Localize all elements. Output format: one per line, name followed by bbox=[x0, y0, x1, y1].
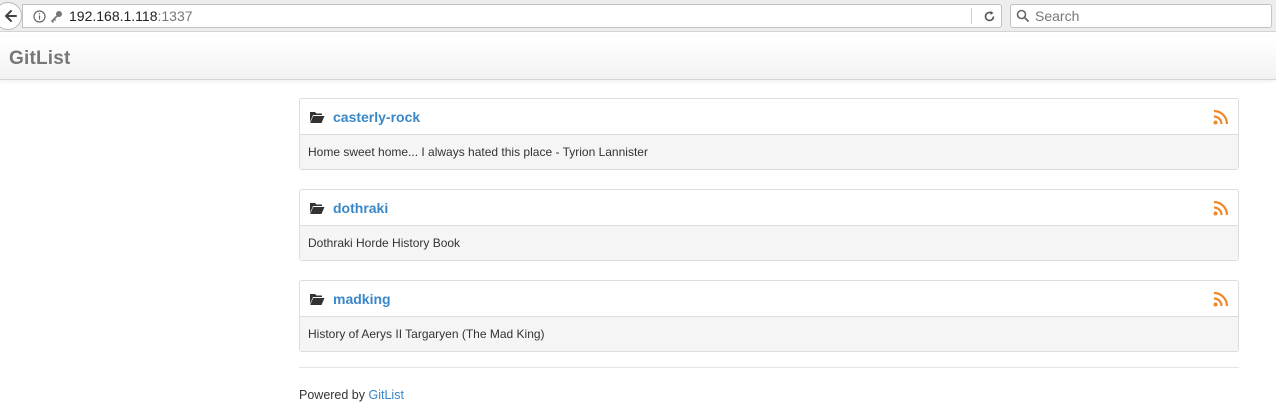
app-navbar: GitList bbox=[0, 37, 1276, 80]
url-text[interactable]: 192.168.1.118:1337 bbox=[69, 8, 193, 24]
footer-prefix: Powered by bbox=[299, 388, 366, 402]
repository-card: dothraki Dothraki Horde History Book bbox=[299, 189, 1239, 261]
repository-card: casterly-rock Home sweet home... I alway… bbox=[299, 98, 1239, 170]
browser-search-box[interactable] bbox=[1010, 4, 1272, 28]
url-host: 192.168.1.118 bbox=[69, 8, 158, 24]
repository-header: casterly-rock bbox=[300, 99, 1238, 135]
rss-icon[interactable] bbox=[1213, 109, 1229, 125]
key-icon[interactable] bbox=[50, 10, 63, 23]
repository-description: History of Aerys II Targaryen (The Mad K… bbox=[300, 317, 1238, 351]
search-icon bbox=[1016, 9, 1030, 23]
repository-header: dothraki bbox=[300, 190, 1238, 226]
repository-header: madking bbox=[300, 281, 1238, 317]
footer-gitlist-link[interactable]: GitList bbox=[369, 388, 404, 402]
back-arrow-icon bbox=[5, 10, 17, 22]
folder-open-icon bbox=[310, 202, 325, 214]
rss-icon[interactable] bbox=[1213, 200, 1229, 216]
url-port: :1337 bbox=[157, 8, 193, 24]
repository-link[interactable]: casterly-rock bbox=[333, 109, 420, 125]
search-input[interactable] bbox=[1035, 8, 1255, 24]
reload-button[interactable] bbox=[978, 7, 1000, 25]
brand-link[interactable]: GitList bbox=[9, 48, 71, 70]
repository-link[interactable]: dothraki bbox=[333, 200, 388, 216]
folder-open-icon bbox=[310, 111, 325, 123]
url-separator bbox=[971, 8, 972, 24]
address-bar[interactable]: 192.168.1.118:1337 bbox=[22, 4, 1002, 28]
rss-icon[interactable] bbox=[1213, 291, 1229, 307]
repository-description: Dothraki Horde History Book bbox=[300, 226, 1238, 260]
repository-card: madking History of Aerys II Targaryen (T… bbox=[299, 280, 1239, 352]
repository-description: Home sweet home... I always hated this p… bbox=[300, 135, 1238, 169]
footer: Powered by GitList bbox=[299, 388, 404, 402]
info-icon[interactable] bbox=[33, 9, 46, 23]
browser-toolbar: 192.168.1.118:1337 bbox=[0, 0, 1276, 32]
reload-icon bbox=[984, 10, 994, 21]
repository-link[interactable]: madking bbox=[333, 291, 391, 307]
back-button[interactable] bbox=[0, 2, 22, 30]
repository-list: casterly-rock Home sweet home... I alway… bbox=[299, 98, 1239, 371]
folder-open-icon bbox=[310, 293, 325, 305]
footer-divider bbox=[299, 367, 1239, 368]
